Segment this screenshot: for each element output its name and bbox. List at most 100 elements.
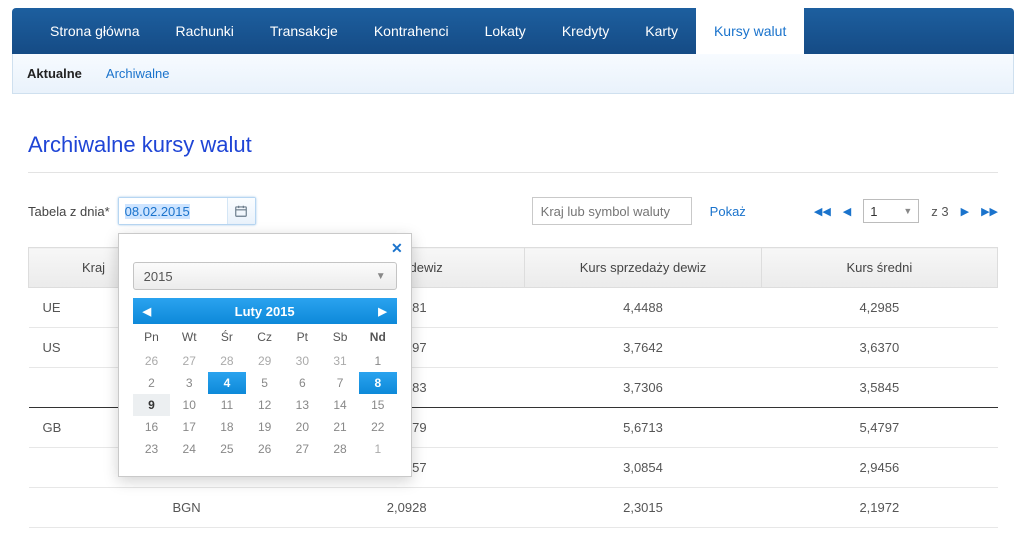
- calendar-day[interactable]: 10: [170, 394, 208, 416]
- toolbar: Tabela z dnia* ✕ 2015 ▼ ◀ Luty 2015 ▶: [28, 197, 998, 225]
- prev-page-button[interactable]: ◀: [843, 205, 851, 218]
- calendar-day[interactable]: 30: [283, 350, 321, 372]
- calendar-day[interactable]: 28: [321, 438, 359, 460]
- calendar-day[interactable]: 15: [359, 394, 397, 416]
- chevron-down-icon: ▼: [376, 271, 386, 282]
- calendar-day[interactable]: 6: [283, 372, 321, 394]
- calendar-day[interactable]: 3: [170, 372, 208, 394]
- prev-month-button[interactable]: ◀: [143, 305, 151, 318]
- calendar-day[interactable]: 29: [246, 350, 284, 372]
- calendar-day[interactable]: 31: [321, 350, 359, 372]
- dow-header: Pt: [283, 324, 321, 350]
- cell: 2,9456: [761, 448, 997, 488]
- top-nav: Strona głównaRachunkiTransakcjeKontrahen…: [12, 8, 1014, 54]
- cell: 4,4488: [525, 288, 761, 328]
- cell: 2,1972: [761, 488, 997, 528]
- year-select[interactable]: 2015 ▼: [133, 262, 397, 290]
- calendar-day[interactable]: 25: [208, 438, 246, 460]
- nav-item-transakcje[interactable]: Transakcje: [252, 8, 356, 54]
- calendar-day[interactable]: 11: [208, 394, 246, 416]
- calendar-icon[interactable]: [227, 198, 255, 224]
- calendar-day[interactable]: 1: [359, 350, 397, 372]
- of-label: z 3: [931, 204, 948, 219]
- cell: 3,0854: [525, 448, 761, 488]
- dow-header: Pn: [133, 324, 171, 350]
- cell: 3,7642: [525, 328, 761, 368]
- next-month-button[interactable]: ▶: [378, 305, 386, 318]
- calendar-day[interactable]: 26: [246, 438, 284, 460]
- cell: 2,0928: [289, 488, 525, 528]
- calendar-day[interactable]: 17: [170, 416, 208, 438]
- date-label: Tabela z dnia*: [28, 204, 110, 219]
- calendar-day[interactable]: 20: [283, 416, 321, 438]
- page-select[interactable]: 1 ▼: [863, 199, 919, 223]
- currency-filter-input[interactable]: [532, 197, 692, 225]
- calendar-day[interactable]: 24: [170, 438, 208, 460]
- calendar-day[interactable]: 8: [359, 372, 397, 394]
- next-page-button[interactable]: ▶: [961, 205, 969, 218]
- cell: 2,3015: [525, 488, 761, 528]
- calendar-day[interactable]: 21: [321, 416, 359, 438]
- cell: 5,6713: [525, 408, 761, 448]
- cell: 5,4797: [761, 408, 997, 448]
- date-input[interactable]: [119, 198, 227, 224]
- calendar-day[interactable]: 18: [208, 416, 246, 438]
- dow-header: Nd: [359, 324, 397, 350]
- close-icon[interactable]: ✕: [391, 240, 403, 257]
- table-row: BGN2,09282,30152,1972: [29, 488, 998, 528]
- datepicker: ✕ 2015 ▼ ◀ Luty 2015 ▶ PnWtŚrCzPtSbNd 26…: [118, 233, 412, 477]
- date-input-wrap: [118, 197, 256, 225]
- page-value: 1: [870, 204, 877, 219]
- nav-item-kontrahenci[interactable]: Kontrahenci: [356, 8, 467, 54]
- calendar-day[interactable]: 16: [133, 416, 171, 438]
- calendar-day[interactable]: 27: [170, 350, 208, 372]
- calendar-day[interactable]: 22: [359, 416, 397, 438]
- calendar-day[interactable]: 5: [246, 372, 284, 394]
- first-page-button[interactable]: ◀◀: [814, 205, 831, 218]
- calendar-day[interactable]: 1: [359, 438, 397, 460]
- divider: [28, 172, 998, 173]
- cell: 4,2985: [761, 288, 997, 328]
- calendar-day[interactable]: 23: [133, 438, 171, 460]
- calendar-day[interactable]: 19: [246, 416, 284, 438]
- cell: 3,5845: [761, 368, 997, 408]
- page-title: Archiwalne kursy walut: [28, 132, 998, 158]
- year-value: 2015: [144, 269, 173, 284]
- cell: BGN: [159, 488, 289, 528]
- col-header: Kurs sprzedaży dewiz: [525, 248, 761, 288]
- calendar-day[interactable]: 27: [283, 438, 321, 460]
- dow-header: Cz: [246, 324, 284, 350]
- show-button[interactable]: Pokaż: [710, 204, 746, 219]
- cell: 3,6370: [761, 328, 997, 368]
- nav-item-kursy-walut[interactable]: Kursy walut: [696, 8, 804, 54]
- dow-header: Śr: [208, 324, 246, 350]
- calendar-day[interactable]: 7: [321, 372, 359, 394]
- calendar-day[interactable]: 28: [208, 350, 246, 372]
- col-header: Kurs średni: [761, 248, 997, 288]
- calendar-day[interactable]: 9: [133, 394, 171, 416]
- calendar-grid: PnWtŚrCzPtSbNd 2627282930311234567891011…: [133, 324, 397, 460]
- nav-item-lokaty[interactable]: Lokaty: [467, 8, 544, 54]
- nav-item-rachunki[interactable]: Rachunki: [158, 8, 252, 54]
- subnav-item-archiwalne[interactable]: Archiwalne: [106, 66, 170, 81]
- cell: [29, 488, 159, 528]
- nav-item-strona-główna[interactable]: Strona główna: [32, 8, 158, 54]
- last-page-button[interactable]: ▶▶: [981, 205, 998, 218]
- calendar-day[interactable]: 13: [283, 394, 321, 416]
- sub-nav: Aktualne Archiwalne: [12, 54, 1014, 94]
- nav-item-kredyty[interactable]: Kredyty: [544, 8, 627, 54]
- subnav-item-aktualne[interactable]: Aktualne: [27, 66, 82, 81]
- calendar-day[interactable]: 26: [133, 350, 171, 372]
- pager: ◀◀ ◀ 1 ▼ z 3 ▶ ▶▶: [814, 199, 998, 223]
- calendar-day[interactable]: 4: [208, 372, 246, 394]
- chevron-down-icon: ▼: [903, 206, 912, 216]
- dow-header: Sb: [321, 324, 359, 350]
- cell: 3,7306: [525, 368, 761, 408]
- nav-item-karty[interactable]: Karty: [627, 8, 696, 54]
- month-bar: ◀ Luty 2015 ▶: [133, 298, 397, 324]
- calendar-day[interactable]: 14: [321, 394, 359, 416]
- dow-header: Wt: [170, 324, 208, 350]
- calendar-day[interactable]: 12: [246, 394, 284, 416]
- month-label: Luty 2015: [235, 304, 295, 319]
- calendar-day[interactable]: 2: [133, 372, 171, 394]
